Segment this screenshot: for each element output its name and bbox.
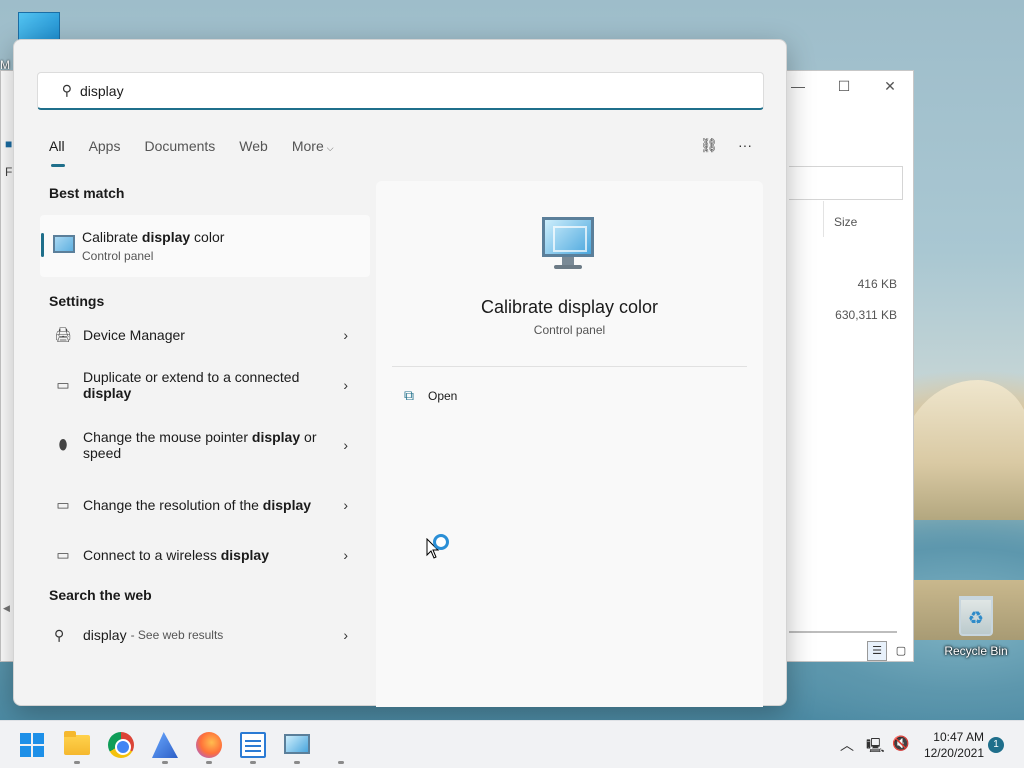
chevron-right-icon: › xyxy=(343,437,348,453)
horizontal-scrollbar[interactable] xyxy=(789,631,897,633)
settings-list: 🖨 Device Manager › ▭ Duplicate or extend… xyxy=(40,315,370,575)
setting-label: Duplicate or extend to a connected displ… xyxy=(83,369,300,401)
chevron-right-icon: › xyxy=(343,377,348,393)
chevron-right-icon: › xyxy=(343,497,348,513)
details-subtitle: Control panel xyxy=(533,323,606,337)
open-action[interactable]: ⧉ Open xyxy=(404,387,457,404)
setting-duplicate-display[interactable]: ▭ Duplicate or extend to a connected dis… xyxy=(40,355,370,415)
results-list: Best match Calibrate display color Contr… xyxy=(40,185,370,655)
chevron-right-icon: › xyxy=(343,547,348,563)
web-query: display xyxy=(83,627,127,643)
setting-wireless-display[interactable]: ▭ Connect to a wireless display › xyxy=(40,535,370,575)
search-tabs: All Apps Documents Web More ⌵ xyxy=(49,138,358,167)
clock[interactable]: 10:47 AM 12/20/2021 xyxy=(922,729,984,761)
chevron-down-icon: ⌵ xyxy=(326,143,334,153)
setting-device-manager[interactable]: 🖨 Device Manager › xyxy=(40,315,370,355)
chevron-up-icon[interactable]: ︿ xyxy=(840,735,854,755)
file-size: 630,311 KB xyxy=(835,308,897,322)
laptop-icon: ▭ xyxy=(56,376,70,393)
taskbar: ︿ 🖳 🔇 10:47 AM 12/20/2021 1 xyxy=(0,720,1024,768)
details-pane: Calibrate display color Control panel ⧉ … xyxy=(376,181,763,707)
tab-all[interactable]: All xyxy=(49,138,65,167)
search-panel: ⚲ All Apps Documents Web More⌵ ⛓ ··· Bes… xyxy=(13,39,787,707)
best-match-subtitle: Control panel xyxy=(82,249,154,263)
recycle-bin-label: Recycle Bin xyxy=(944,644,1008,658)
setting-resolution[interactable]: ▭ Change the resolution of the display › xyxy=(40,475,370,535)
open-external-icon: ⧉ xyxy=(404,387,414,403)
system-tray: ︿ 🖳 🔇 xyxy=(0,721,1024,768)
web-search-item[interactable]: ⚲ display - See web results › xyxy=(40,615,370,655)
setting-mouse-pointer[interactable]: ⬮ Change the mouse pointer display or sp… xyxy=(40,415,370,475)
column-header-size[interactable]: Size xyxy=(823,201,907,237)
volume-muted-icon[interactable]: 🔇 xyxy=(892,735,909,752)
search-icon: ⚲ xyxy=(61,82,72,98)
setting-label: Connect to a wireless display xyxy=(83,547,269,563)
maximize-icon[interactable]: ☐ xyxy=(821,71,867,101)
clock-time: 10:47 AM xyxy=(933,730,984,744)
setting-label: Change the mouse pointer display or spee… xyxy=(83,429,317,461)
chevron-right-icon: › xyxy=(343,627,348,643)
details-title: Calibrate display color xyxy=(480,297,659,317)
tab-more[interactable]: More ⌵ xyxy=(292,138,334,166)
scroll-left-icon[interactable]: ◀ xyxy=(3,603,10,614)
web-results-hint: - See web results xyxy=(130,628,224,642)
laptop-icon: ▭ xyxy=(56,546,70,563)
share-account-icon[interactable]: ⛓ xyxy=(700,136,718,154)
mouse-icon: ⬮ xyxy=(58,436,68,453)
monitor-icon xyxy=(53,235,75,253)
tab-more-label: More xyxy=(291,138,324,154)
desktop-dune xyxy=(900,380,1024,520)
setting-label: Device Manager xyxy=(83,327,185,343)
best-match-item[interactable]: Calibrate display color Control panel xyxy=(40,215,370,277)
search-input[interactable] xyxy=(80,82,680,99)
explorer-left-icon: ■ xyxy=(5,137,13,151)
details-view-icon[interactable]: ☰ xyxy=(867,641,887,661)
notification-badge[interactable]: 1 xyxy=(988,737,1004,753)
search-web-heading: Search the web xyxy=(49,587,152,603)
device-manager-icon: 🖨 xyxy=(54,326,72,343)
open-label: Open xyxy=(428,388,458,403)
search-icon: ⚲ xyxy=(54,626,65,643)
busy-indicator-icon xyxy=(433,534,449,550)
best-match-heading: Best match xyxy=(49,185,125,201)
search-box[interactable]: ⚲ xyxy=(37,72,764,110)
panel-actions: ⛓ ··· xyxy=(700,136,754,154)
chevron-right-icon: › xyxy=(343,327,348,343)
clock-date: 12/20/2021 xyxy=(923,746,984,760)
close-icon[interactable]: ✕ xyxy=(867,71,913,101)
desktop-icon[interactable] xyxy=(18,12,60,42)
recycle-bin[interactable]: ♻ Recycle Bin xyxy=(940,596,1012,658)
setting-label: Change the resolution of the display xyxy=(83,497,312,513)
best-match-title: Calibrate display color xyxy=(82,229,225,245)
view-toggle: ☰ ▢ xyxy=(867,641,911,661)
tab-web[interactable]: Web xyxy=(239,138,268,166)
tab-documents[interactable]: Documents xyxy=(144,138,215,166)
more-options-icon[interactable]: ··· xyxy=(736,136,754,154)
recycle-bin-icon: ♻ xyxy=(959,596,993,636)
divider xyxy=(392,366,747,367)
monitor-icon xyxy=(542,217,594,271)
tiles-view-icon[interactable]: ▢ xyxy=(891,641,911,661)
laptop-icon: ▭ xyxy=(56,496,70,513)
explorer-search-field[interactable] xyxy=(789,166,903,200)
tab-apps[interactable]: Apps xyxy=(89,138,121,166)
settings-heading: Settings xyxy=(49,293,105,309)
file-size: 416 KB xyxy=(857,277,897,291)
network-icon[interactable]: 🖳 xyxy=(866,735,885,759)
window-controls: — ☐ ✕ xyxy=(775,71,913,101)
